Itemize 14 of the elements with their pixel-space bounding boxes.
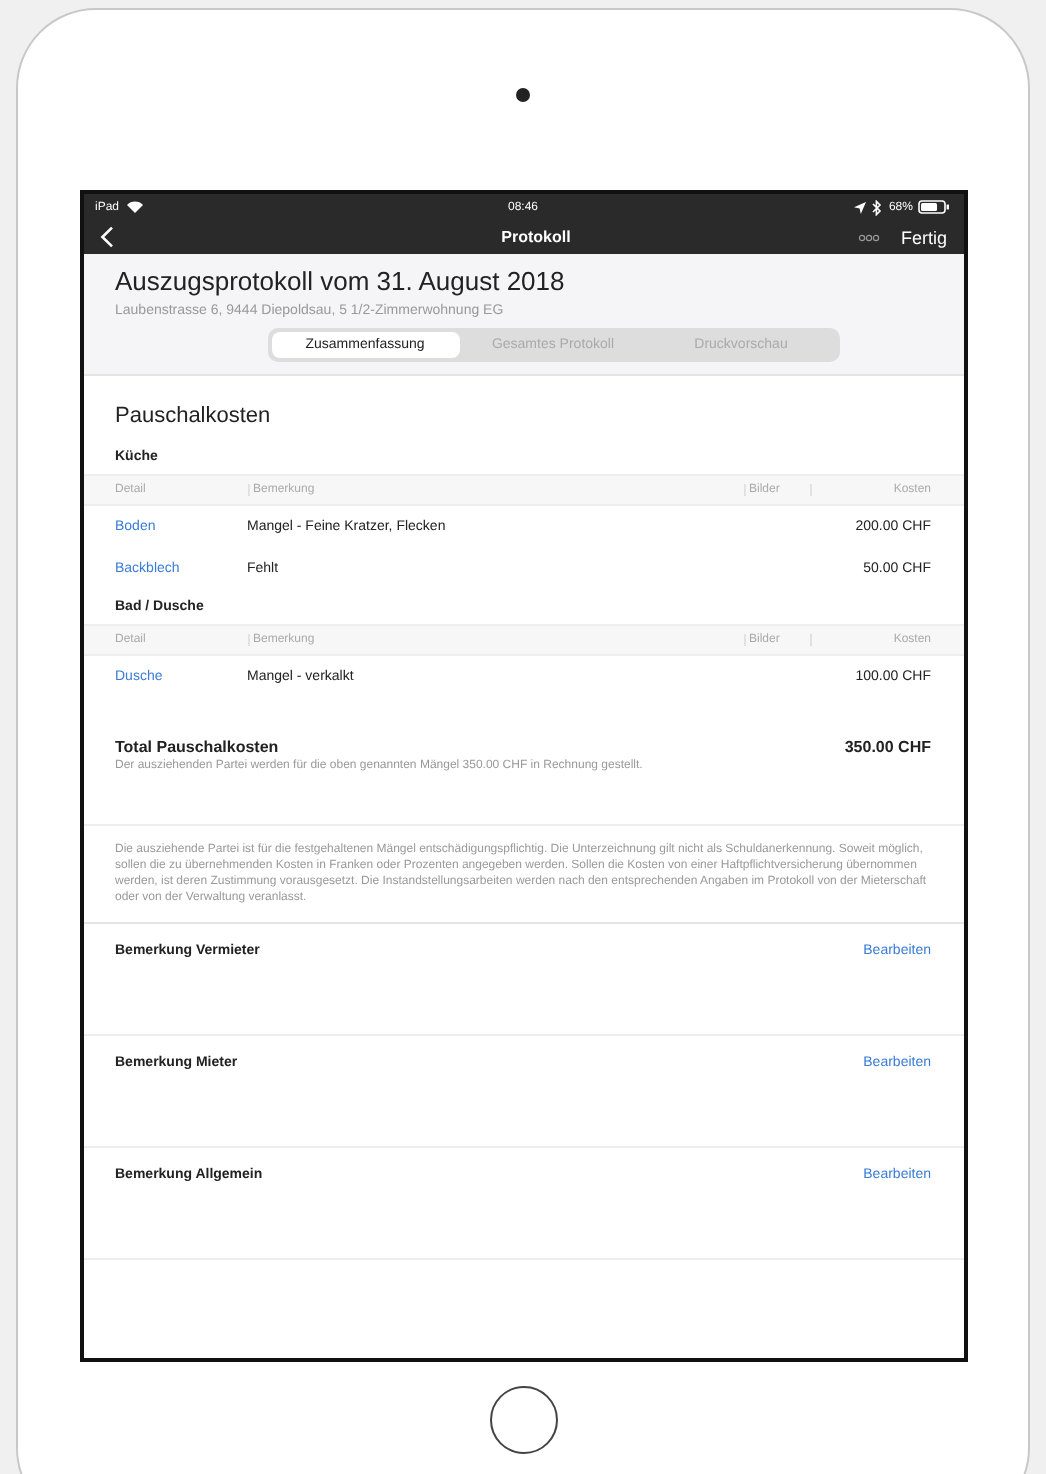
wifi-icon — [125, 200, 144, 214]
back-icon[interactable] — [99, 226, 113, 248]
home-button[interactable] — [489, 1386, 557, 1454]
total-amount: 350.00 CHF — [844, 738, 931, 756]
nav-title: Protokoll — [501, 228, 571, 246]
more-icon[interactable] — [858, 233, 881, 241]
bluetooth-icon — [872, 199, 883, 215]
protocol-title: Auszugsprotokoll vom 31. August 2018 — [115, 266, 567, 296]
battery-icon — [918, 200, 951, 214]
total-label: Total Pauschalkosten — [115, 738, 279, 756]
camera-icon — [516, 88, 530, 102]
location-arrow-icon — [854, 201, 867, 213]
done-button[interactable]: Fertig — [900, 227, 947, 247]
section-title: Pauschalkosten — [113, 402, 273, 432]
